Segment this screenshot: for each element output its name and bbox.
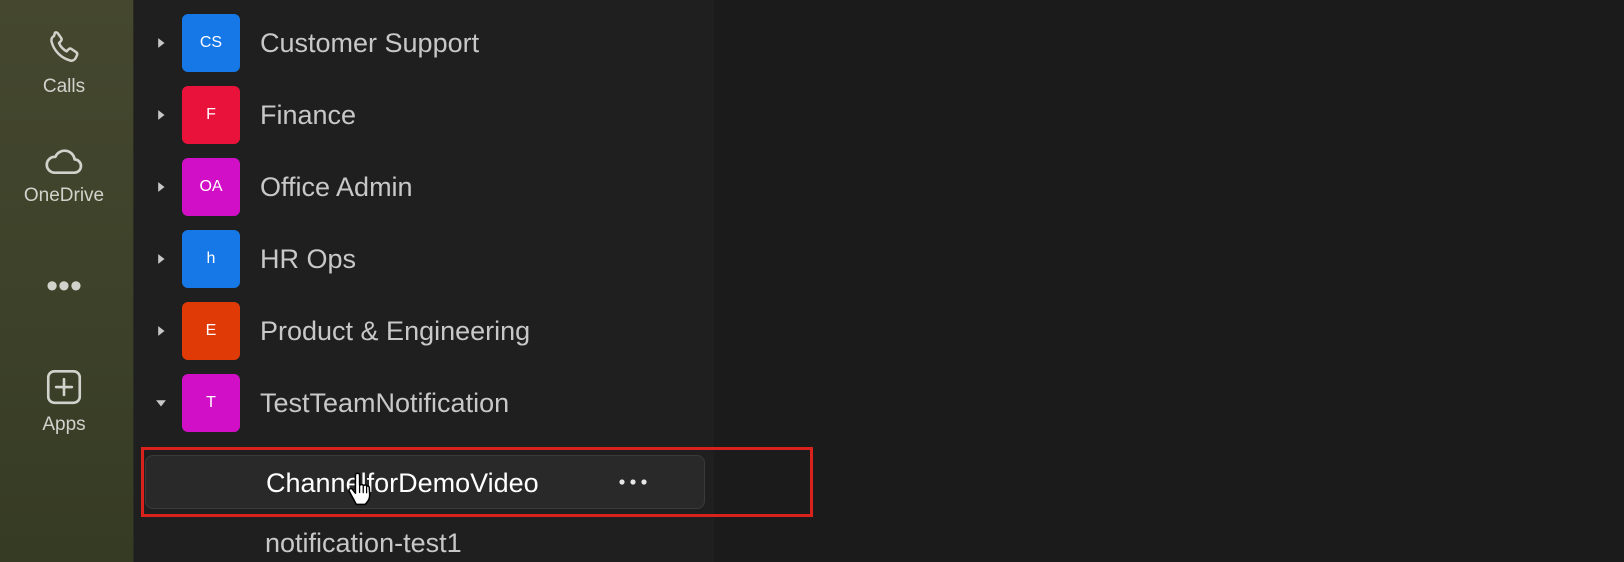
rail-apps-label: Apps: [42, 414, 86, 435]
channel-name: ChannelforDemoVideo: [266, 468, 539, 498]
main-content-pane: [714, 0, 1624, 562]
rail-more-button[interactable]: •••: [0, 269, 128, 303]
team-name: HR Ops: [260, 244, 357, 274]
chevron-right-icon[interactable]: [154, 36, 168, 50]
rail-calls[interactable]: Calls: [0, 26, 128, 98]
cloud-icon: [45, 149, 83, 175]
team-name: Finance: [260, 100, 357, 130]
more-horizontal-icon: [619, 479, 647, 485]
channel-more-options-button[interactable]: [613, 462, 653, 502]
team-avatar: E: [182, 302, 240, 360]
channel-row-notification-test1[interactable]: notification-test1: [265, 528, 462, 559]
team-row-product-engineering[interactable]: E Product & Engineering: [134, 302, 714, 362]
channel-row-channelfordemovideo[interactable]: ChannelforDemoVideo: [145, 455, 705, 509]
team-name: Customer Support: [260, 28, 480, 58]
add-square-icon: [46, 369, 82, 405]
team-row-hr-ops[interactable]: h HR Ops: [134, 230, 714, 290]
team-row-office-admin[interactable]: OA Office Admin: [134, 158, 714, 218]
team-name: Office Admin: [260, 172, 413, 202]
team-avatar: T: [182, 374, 240, 432]
team-row-testteamnotification[interactable]: T TestTeamNotification: [134, 374, 714, 434]
rail-calls-label: Calls: [42, 76, 86, 97]
team-avatar: OA: [182, 158, 240, 216]
team-name: TestTeamNotification: [260, 388, 510, 418]
rail-apps[interactable]: Apps: [0, 366, 128, 436]
more-dots-icon: •••: [46, 267, 82, 305]
team-row-customer-support[interactable]: CS Customer Support: [134, 14, 714, 74]
team-row-finance[interactable]: F Finance: [134, 86, 714, 146]
chevron-down-icon[interactable]: [154, 396, 168, 410]
chevron-right-icon[interactable]: [154, 108, 168, 122]
team-avatar: F: [182, 86, 240, 144]
rail-onedrive-label: OneDrive: [23, 185, 105, 206]
phone-icon: [50, 31, 79, 62]
team-name: Product & Engineering: [260, 316, 531, 346]
rail-onedrive[interactable]: OneDrive: [0, 143, 128, 207]
hand-cursor-icon: [348, 472, 371, 506]
chevron-right-icon[interactable]: [154, 180, 168, 194]
chevron-right-icon[interactable]: [154, 324, 168, 338]
team-avatar: h: [182, 230, 240, 288]
chevron-right-icon[interactable]: [154, 252, 168, 266]
teams-list: CS Customer Support F Finance OA Office …: [134, 0, 714, 562]
app-rail: Calls OneDrive ••• Apps: [0, 0, 134, 562]
team-avatar: CS: [182, 14, 240, 72]
